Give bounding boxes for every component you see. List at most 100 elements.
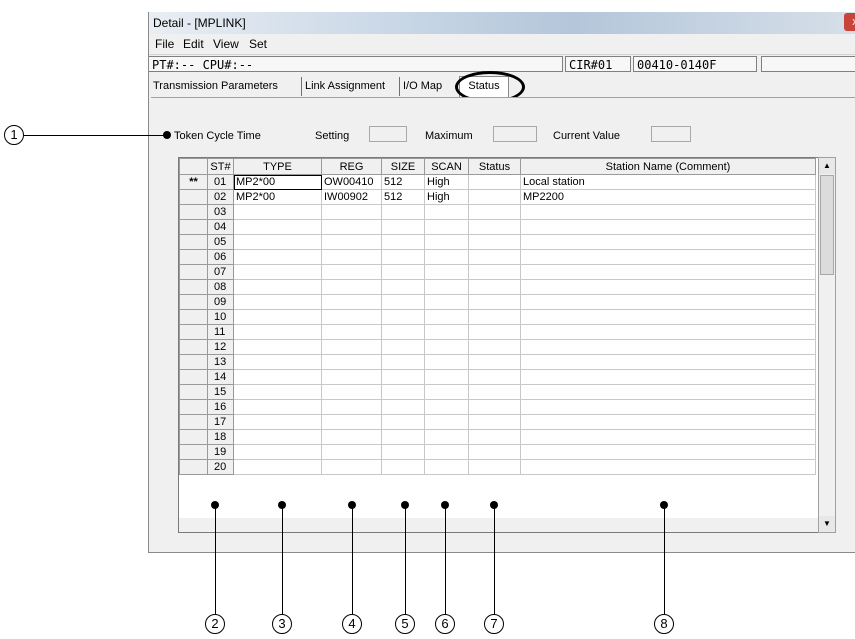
table-row[interactable]: 17 (179, 414, 816, 430)
status-cell[interactable] (468, 354, 521, 370)
type-cell[interactable] (233, 294, 322, 310)
status-cell[interactable] (468, 264, 521, 280)
table-row[interactable]: 10 (179, 309, 816, 325)
reg-cell[interactable] (321, 414, 382, 430)
scan-cell[interactable] (424, 219, 469, 235)
scroll-thumb[interactable] (820, 175, 834, 275)
scan-cell[interactable] (424, 204, 469, 220)
title-bar[interactable]: Detail - [MPLINK] x (149, 12, 855, 34)
station-name-cell[interactable] (520, 384, 816, 400)
reg-cell[interactable] (321, 264, 382, 280)
status-cell[interactable] (468, 444, 521, 460)
type-cell[interactable] (233, 249, 322, 265)
st-cell[interactable]: 03 (207, 204, 234, 220)
size-cell[interactable] (381, 324, 425, 340)
table-row[interactable]: 14 (179, 369, 816, 385)
reg-cell[interactable] (321, 204, 382, 220)
status-cell[interactable] (468, 279, 521, 295)
scan-cell[interactable] (424, 459, 469, 475)
station-name-cell[interactable] (520, 294, 816, 310)
type-cell[interactable] (233, 204, 322, 220)
size-cell[interactable] (381, 204, 425, 220)
tab-io-map[interactable]: I/O Map (401, 77, 451, 96)
st-cell[interactable]: 13 (207, 354, 234, 370)
reg-cell[interactable] (321, 429, 382, 445)
type-cell[interactable] (233, 444, 322, 460)
reg-cell[interactable]: OW00410 (321, 174, 382, 190)
type-cell[interactable] (233, 459, 322, 475)
scan-cell[interactable] (424, 279, 469, 295)
status-cell[interactable] (468, 189, 521, 205)
size-cell[interactable] (381, 399, 425, 415)
size-cell[interactable] (381, 384, 425, 400)
station-name-cell[interactable] (520, 234, 816, 250)
table-row[interactable]: 11 (179, 324, 816, 340)
menu-file[interactable]: File (155, 37, 174, 51)
type-cell[interactable] (233, 339, 322, 355)
station-name-cell[interactable] (520, 429, 816, 445)
tab-transmission-parameters[interactable]: Transmission Parameters (151, 77, 302, 96)
type-cell[interactable] (233, 414, 322, 430)
st-cell[interactable]: 14 (207, 369, 234, 385)
scan-cell[interactable] (424, 414, 469, 430)
table-row[interactable]: 05 (179, 234, 816, 250)
status-cell[interactable] (468, 459, 521, 475)
table-row[interactable]: 12 (179, 339, 816, 355)
size-cell[interactable] (381, 429, 425, 445)
status-cell[interactable] (468, 399, 521, 415)
size-cell[interactable]: 512 (381, 189, 425, 205)
size-cell[interactable] (381, 279, 425, 295)
menu-view[interactable]: View (213, 37, 239, 51)
status-cell[interactable] (468, 324, 521, 340)
type-cell[interactable] (233, 219, 322, 235)
scan-cell[interactable] (424, 384, 469, 400)
col-type[interactable]: TYPE (233, 158, 322, 175)
status-cell[interactable] (468, 384, 521, 400)
scan-cell[interactable] (424, 234, 469, 250)
scan-cell[interactable] (424, 294, 469, 310)
status-cell[interactable] (468, 414, 521, 430)
table-row[interactable]: 08 (179, 279, 816, 295)
size-cell[interactable] (381, 444, 425, 460)
st-cell[interactable]: 07 (207, 264, 234, 280)
reg-cell[interactable] (321, 369, 382, 385)
reg-cell[interactable] (321, 219, 382, 235)
scroll-down-icon[interactable]: ▼ (819, 516, 835, 532)
status-cell[interactable] (468, 369, 521, 385)
reg-cell[interactable]: IW00902 (321, 189, 382, 205)
st-cell[interactable]: 16 (207, 399, 234, 415)
table-row[interactable]: 16 (179, 399, 816, 415)
reg-cell[interactable] (321, 294, 382, 310)
scan-cell[interactable]: High (424, 189, 469, 205)
type-cell[interactable] (233, 324, 322, 340)
status-cell[interactable] (468, 339, 521, 355)
scan-cell[interactable] (424, 249, 469, 265)
status-cell[interactable] (468, 174, 521, 190)
status-cell[interactable] (468, 204, 521, 220)
table-row[interactable]: 15 (179, 384, 816, 400)
reg-cell[interactable] (321, 249, 382, 265)
size-cell[interactable] (381, 249, 425, 265)
type-cell[interactable] (233, 354, 322, 370)
menu-edit[interactable]: Edit (183, 37, 204, 51)
station-name-cell[interactable] (520, 444, 816, 460)
status-cell[interactable] (468, 309, 521, 325)
col-scan[interactable]: SCAN (424, 158, 469, 175)
st-cell[interactable]: 20 (207, 459, 234, 475)
st-cell[interactable]: 12 (207, 339, 234, 355)
reg-cell[interactable] (321, 234, 382, 250)
station-name-cell[interactable] (520, 279, 816, 295)
station-name-cell[interactable]: MP2200 (520, 189, 816, 205)
scan-cell[interactable] (424, 354, 469, 370)
scan-cell[interactable] (424, 264, 469, 280)
status-cell[interactable] (468, 219, 521, 235)
table-row[interactable]: 20 (179, 459, 816, 475)
scan-cell[interactable] (424, 399, 469, 415)
reg-cell[interactable] (321, 444, 382, 460)
table-row[interactable]: 09 (179, 294, 816, 310)
station-name-cell[interactable] (520, 369, 816, 385)
status-cell[interactable] (468, 249, 521, 265)
table-row[interactable]: 06 (179, 249, 816, 265)
close-button[interactable]: x (844, 13, 855, 31)
st-cell[interactable]: 10 (207, 309, 234, 325)
